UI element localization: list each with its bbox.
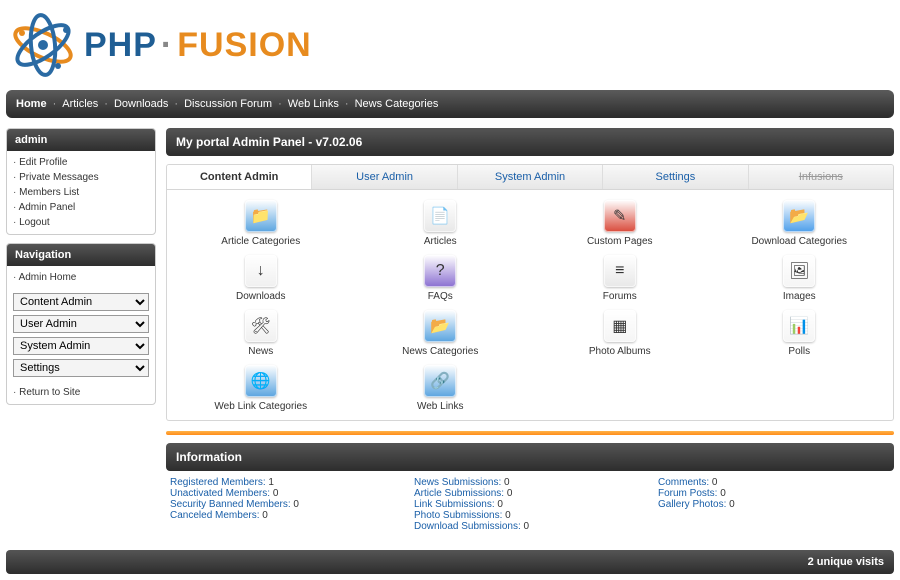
polls-label: Polls	[712, 346, 888, 357]
web-links-label: Web Links	[353, 401, 529, 412]
content-custom-pages[interactable]: ✎ Custom Pages	[532, 200, 708, 247]
custom-pages-icon: ✎	[604, 200, 636, 232]
sidebar-return-to-site[interactable]: Return to Site	[13, 385, 149, 400]
articles-label: Articles	[353, 236, 529, 247]
forums-label: Forums	[532, 291, 708, 302]
content-web-link-categories[interactable]: 🌐 Web Link Categories	[173, 365, 349, 412]
logo-dot: ·	[161, 26, 173, 64]
select-content-admin[interactable]: Content Admin	[13, 293, 149, 311]
nav-home[interactable]: Home	[16, 98, 47, 110]
content-articles[interactable]: 📄 Articles	[353, 200, 529, 247]
content-news[interactable]: 🛠 News	[173, 310, 349, 357]
admin-tabs: Content AdminUser AdminSystem AdminSetti…	[166, 164, 894, 190]
info-comments[interactable]: Comments: 0	[658, 477, 890, 488]
page-title: My portal Admin Panel - v7.02.06	[166, 128, 894, 156]
logo-text-1: PHP	[84, 26, 157, 64]
images-label: Images	[712, 291, 888, 302]
nav-downloads[interactable]: Downloads	[114, 98, 168, 110]
news-categories-label: News Categories	[353, 346, 529, 357]
content-faqs[interactable]: ? FAQs	[353, 255, 529, 302]
downloads-label: Downloads	[173, 291, 349, 302]
footer-bar: 2 unique visits	[6, 550, 894, 574]
info-gallery-photos[interactable]: Gallery Photos: 0	[658, 499, 890, 510]
photo-albums-label: Photo Albums	[532, 346, 708, 357]
info-news-submissions[interactable]: News Submissions: 0	[414, 477, 646, 488]
articles-icon: 📄	[424, 200, 456, 232]
tab-user-admin[interactable]: User Admin	[312, 165, 457, 189]
tab-infusions: Infusions	[749, 165, 893, 189]
polls-icon: 📊	[783, 310, 815, 342]
unique-visits: 2 unique visits	[808, 556, 884, 568]
content-news-categories[interactable]: 📂 News Categories	[353, 310, 529, 357]
sidebar-admin-panel[interactable]: Admin Panel	[13, 200, 149, 215]
sidebar-admin-home[interactable]: Admin Home	[13, 270, 149, 285]
nav-articles[interactable]: Articles	[62, 98, 98, 110]
info-link-submissions[interactable]: Link Submissions: 0	[414, 499, 646, 510]
article-categories-icon: 📁	[245, 200, 277, 232]
forums-icon: ≡	[604, 255, 636, 287]
info-photo-submissions[interactable]: Photo Submissions: 0	[414, 510, 646, 521]
tab-content-admin[interactable]: Content Admin	[167, 165, 312, 189]
info-forum-posts[interactable]: Forum Posts: 0	[658, 488, 890, 499]
main-navbar: Home·Articles·Downloads·Discussion Forum…	[6, 90, 894, 118]
content-images[interactable]: 🖼 Images	[712, 255, 888, 302]
content-download-categories[interactable]: 📂 Download Categories	[712, 200, 888, 247]
nav-news-categories[interactable]: News Categories	[355, 98, 439, 110]
sidebar-private-messages[interactable]: Private Messages	[13, 170, 149, 185]
download-categories-icon: 📂	[783, 200, 815, 232]
info-unactivated-members[interactable]: Unactivated Members: 0	[170, 488, 402, 499]
faqs-icon: ?	[424, 255, 456, 287]
custom-pages-label: Custom Pages	[532, 236, 708, 247]
select-system-admin[interactable]: System Admin	[13, 337, 149, 355]
sidebar-edit-profile[interactable]: Edit Profile	[13, 155, 149, 170]
navigation-panel-title: Navigation	[7, 244, 155, 266]
content-polls[interactable]: 📊 Polls	[712, 310, 888, 357]
divider-bar	[166, 431, 894, 435]
nav-discussion-forum[interactable]: Discussion Forum	[184, 98, 272, 110]
tab-system-admin[interactable]: System Admin	[458, 165, 603, 189]
web-link-categories-label: Web Link Categories	[173, 401, 349, 412]
content-web-links[interactable]: 🔗 Web Links	[353, 365, 529, 412]
navigation-panel: Navigation Admin Home Content Admin User …	[6, 243, 156, 405]
content-photo-albums[interactable]: ▦ Photo Albums	[532, 310, 708, 357]
info-article-submissions[interactable]: Article Submissions: 0	[414, 488, 646, 499]
content-forums[interactable]: ≡ Forums	[532, 255, 708, 302]
admin-panel: admin Edit ProfilePrivate MessagesMember…	[6, 128, 156, 235]
photo-albums-icon: ▦	[604, 310, 636, 342]
news-label: News	[173, 346, 349, 357]
admin-panel-title: admin	[7, 129, 155, 151]
info-canceled-members[interactable]: Canceled Members: 0	[170, 510, 402, 521]
sidebar-logout[interactable]: Logout	[13, 215, 149, 230]
web-links-icon: 🔗	[424, 365, 456, 397]
information-title: Information	[166, 443, 894, 471]
tab-settings[interactable]: Settings	[603, 165, 748, 189]
images-icon: 🖼	[783, 255, 815, 287]
faqs-label: FAQs	[353, 291, 529, 302]
site-logo: PHP·FUSION	[0, 0, 900, 86]
sidebar-members-list[interactable]: Members List	[13, 185, 149, 200]
select-settings[interactable]: Settings	[13, 359, 149, 377]
info-download-submissions[interactable]: Download Submissions: 0	[414, 521, 646, 532]
nav-web-links[interactable]: Web Links	[288, 98, 339, 110]
content-article-categories[interactable]: 📁 Article Categories	[173, 200, 349, 247]
article-categories-label: Article Categories	[173, 236, 349, 247]
info-registered-members[interactable]: Registered Members: 1	[170, 477, 402, 488]
logo-text-2: FUSION	[177, 26, 311, 64]
downloads-icon: ↓	[245, 255, 277, 287]
download-categories-label: Download Categories	[712, 236, 888, 247]
content-downloads[interactable]: ↓ Downloads	[173, 255, 349, 302]
news-icon: 🛠	[245, 310, 277, 342]
web-link-categories-icon: 🌐	[245, 365, 277, 397]
info-security-banned-members[interactable]: Security Banned Members: 0	[170, 499, 402, 510]
select-user-admin[interactable]: User Admin	[13, 315, 149, 333]
news-categories-icon: 📂	[424, 310, 456, 342]
atom-icon	[8, 10, 78, 80]
